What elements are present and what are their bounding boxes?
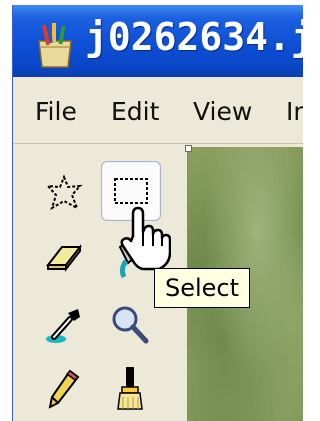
tool-magnifier[interactable]	[101, 296, 159, 354]
tool-brush[interactable]	[101, 360, 159, 418]
eraser-icon	[45, 244, 83, 272]
title-bar[interactable]: j0262634.jpg	[13, 5, 303, 77]
tool-pencil[interactable]	[35, 360, 93, 418]
canvas-resize-handle[interactable]	[185, 145, 192, 152]
hand-cursor-icon	[120, 206, 171, 271]
menu-edit[interactable]: Edit	[111, 97, 159, 126]
paint-app-icon	[38, 23, 72, 68]
menu-bar: File Edit View In	[13, 77, 303, 144]
tool-eraser[interactable]	[35, 228, 93, 286]
menu-image[interactable]: In	[286, 97, 303, 126]
window-title: j0262634.jpg	[85, 15, 303, 59]
tool-free-form-select[interactable]	[35, 164, 93, 222]
brush-icon	[117, 367, 143, 410]
pencil-icon	[48, 369, 80, 409]
tooltip-text: Select	[165, 274, 240, 302]
menu-file[interactable]: File	[35, 97, 77, 126]
star-select-icon	[45, 174, 83, 211]
menu-view[interactable]: View	[193, 97, 252, 126]
tooltip: Select	[154, 268, 251, 308]
magnifier-icon	[112, 306, 149, 344]
rect-select-icon	[114, 178, 148, 204]
eyedropper-icon	[46, 309, 80, 343]
tool-pick-color[interactable]	[35, 296, 93, 354]
